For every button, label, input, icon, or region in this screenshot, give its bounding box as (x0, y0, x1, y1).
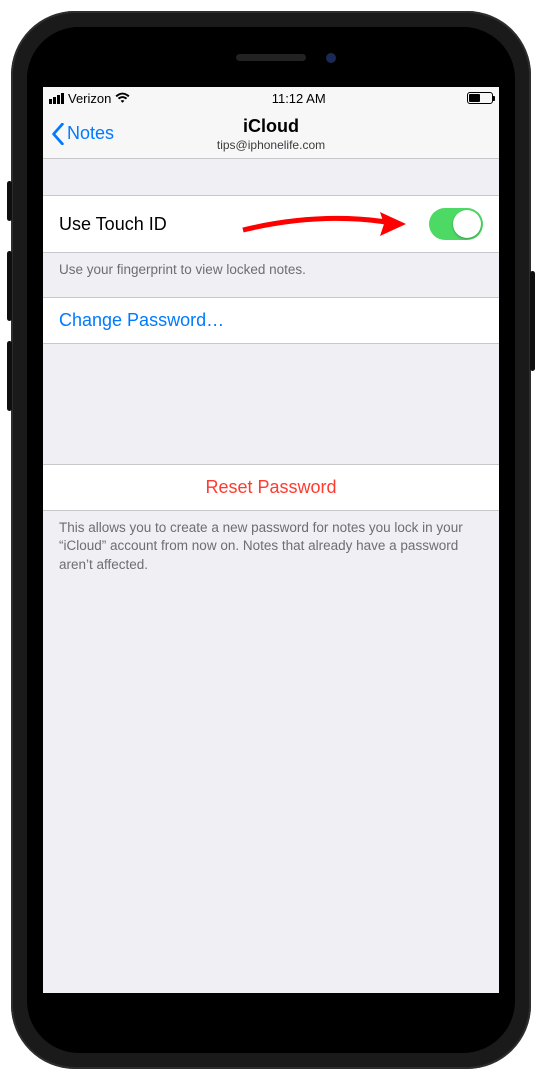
touch-id-row[interactable]: Use Touch ID (43, 195, 499, 253)
status-bar: Verizon 11:12 AM (43, 87, 499, 109)
content-area: Use Touch ID Use your fingerprint to vie… (43, 159, 499, 993)
back-label: Notes (67, 123, 114, 144)
cellular-signal-icon (49, 93, 64, 104)
device-notch (27, 27, 515, 87)
carrier-label: Verizon (68, 91, 111, 106)
battery-icon (467, 92, 493, 104)
change-password-row[interactable]: Change Password… (43, 297, 499, 344)
speaker-grille (236, 54, 306, 61)
mute-switch (7, 181, 12, 221)
back-button[interactable]: Notes (51, 123, 114, 145)
annotation-arrow-icon (238, 206, 408, 242)
touch-id-footer: Use your fingerprint to view locked note… (43, 253, 499, 279)
section-spacer (43, 279, 499, 297)
touch-id-label: Use Touch ID (59, 214, 167, 235)
device-bezel: Verizon 11:12 AM No (27, 27, 515, 1053)
clock-label: 11:12 AM (272, 91, 326, 106)
front-camera (326, 53, 336, 63)
touch-id-toggle[interactable] (429, 208, 483, 240)
navigation-bar: Notes iCloud tips@iphonelife.com (43, 109, 499, 159)
toggle-knob (453, 210, 481, 238)
reset-password-row[interactable]: Reset Password (43, 464, 499, 511)
section-spacer (43, 344, 499, 464)
volume-down-button (7, 341, 12, 411)
home-indicator-area (27, 1009, 515, 1033)
device-frame: Verizon 11:12 AM No (11, 11, 531, 1069)
volume-up-button (7, 251, 12, 321)
reset-password-label: Reset Password (205, 477, 336, 498)
wifi-icon (115, 92, 130, 104)
battery-fill (469, 94, 480, 102)
screen: Verizon 11:12 AM No (43, 87, 499, 993)
change-password-label: Change Password… (59, 310, 224, 331)
side-button (530, 271, 535, 371)
reset-password-footer: This allows you to create a new password… (43, 511, 499, 574)
chevron-left-icon (51, 123, 65, 145)
section-spacer (43, 159, 499, 195)
